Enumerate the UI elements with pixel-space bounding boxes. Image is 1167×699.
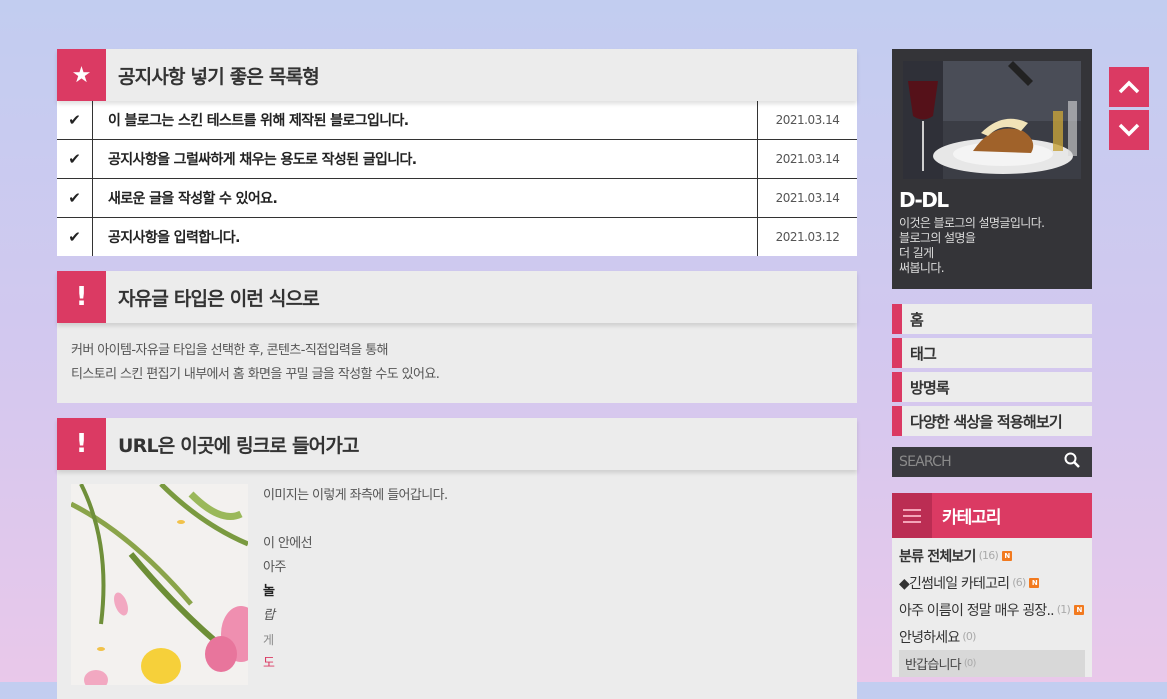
url-title[interactable]: URL은 이곳에 링크로 들어가고 — [118, 431, 360, 458]
category-label: 분류 전체보기 — [899, 548, 976, 565]
category-label: ◆긴썸네일 카테고리 — [899, 575, 1010, 592]
notice-list: ✔ 이 블로그는 스킨 테스트를 위해 제작된 블로그입니다. 2021.03.… — [57, 101, 857, 256]
category-item[interactable]: ◆긴썸네일 카테고리 (6) N — [899, 569, 1085, 596]
notice-row[interactable]: ✔ 이 블로그는 스킨 테스트를 위해 제작된 블로그입니다. 2021.03.… — [57, 101, 857, 140]
desc-line: 써봅니다. — [899, 261, 945, 275]
main-content: ★ 공지사항 넣기 좋은 목록형 ✔ 이 블로그는 스킨 테스트를 위해 제작된… — [57, 49, 857, 699]
search-input[interactable] — [899, 454, 1039, 470]
check-icon: ✔ — [57, 101, 93, 139]
category-count: (1) — [1056, 603, 1071, 616]
menu-accent-bar — [892, 338, 902, 368]
menu-item-guestbook[interactable]: 방명록 — [892, 372, 1092, 402]
blog-description: 이것은 블로그의 설명글입니다. 블로그의 설명을 더 길게 써봅니다. — [899, 216, 1045, 276]
chevron-down-icon — [1118, 123, 1140, 137]
menu-label: 홈 — [910, 310, 924, 329]
free-title: 자유글 타입은 이런 식으로 — [118, 287, 320, 310]
category-label: 아주 이름이 정말 매우 굉장.. — [899, 602, 1055, 619]
profile-card: D-DL 이것은 블로그의 설명글입니다. 블로그의 설명을 더 길게 써봅니다… — [892, 49, 1092, 289]
category-count: (0) — [962, 630, 976, 643]
url-header: ! URL은 이곳에 링크로 들어가고 — [57, 418, 857, 470]
scroll-bottom-button[interactable] — [1109, 110, 1149, 150]
url-line-italic: 랍 — [263, 608, 275, 623]
notice-section: ★ 공지사항 넣기 좋은 목록형 ✔ 이 블로그는 스킨 테스트를 위해 제작된… — [57, 49, 857, 256]
search-box — [892, 447, 1092, 477]
blog-name[interactable]: D-DL — [899, 188, 949, 212]
sidebar: D-DL 이것은 블로그의 설명글입니다. 블로그의 설명을 더 길게 써봅니다… — [892, 49, 1092, 677]
free-line: 티스토리 스킨 편집기 내부에서 홈 화면을 꾸밀 글을 작성할 수도 있어요. — [71, 367, 440, 382]
new-badge-icon: N — [1001, 550, 1012, 561]
menu-label: 태그 — [910, 344, 937, 363]
notice-item-title[interactable]: 공지사항을 그럴싸하게 채우는 용도로 작성된 글입니다. — [93, 140, 758, 178]
exclamation-icon: ! — [57, 271, 106, 323]
menu-label: 다양한 색상을 적용해보기 — [910, 412, 1063, 431]
free-body: 커버 아이템-자유글 타입을 선택한 후, 콘텐츠-직접입력을 통해 티스토리 … — [57, 323, 857, 403]
notice-header: ★ 공지사항 넣기 좋은 목록형 — [57, 49, 857, 101]
free-line: 커버 아이템-자유글 타입을 선택한 후, 콘텐츠-직접입력을 통해 — [71, 343, 389, 358]
url-line: 아주 — [263, 560, 286, 575]
desc-line: 더 길게 — [899, 246, 934, 260]
menu-accent-bar — [892, 304, 902, 334]
search-icon[interactable] — [1064, 452, 1080, 472]
menu-label: 방명록 — [910, 378, 950, 397]
category-label: 안녕하세요 — [899, 629, 960, 646]
url-line-red: 도 — [263, 656, 275, 671]
new-badge-icon: N — [1029, 577, 1040, 588]
url-line: 이 안에선 — [263, 536, 313, 551]
profile-image[interactable] — [903, 61, 1081, 179]
url-line-bold: 놀 — [263, 584, 275, 599]
notice-item-title[interactable]: 공지사항을 입력합니다. — [93, 218, 758, 256]
check-icon: ✔ — [57, 140, 93, 178]
side-menu: 홈 태그 방명록 다양한 색상을 적용해보기 — [892, 304, 1092, 436]
category-all[interactable]: 분류 전체보기 (16) N — [899, 542, 1085, 569]
category-header: 카테고리 — [892, 493, 1092, 538]
free-header: ! 자유글 타입은 이런 식으로 — [57, 271, 857, 323]
star-icon: ★ — [57, 49, 106, 101]
url-section: ! URL은 이곳에 링크로 들어가고 이미지는 이렇게 좌측에 들어갑니다. … — [57, 418, 857, 699]
category-subitem[interactable]: 반갑습니다 (0) — [899, 650, 1085, 677]
menu-item-tag[interactable]: 태그 — [892, 338, 1092, 368]
url-body: 이미지는 이렇게 좌측에 들어갑니다. 이 안에선 아주 놀 랍 게 도 — [57, 470, 857, 699]
desc-line: 블로그의 설명을 — [899, 231, 976, 245]
category-box: 카테고리 분류 전체보기 (16) N ◆긴썸네일 카테고리 (6) N 아주 … — [892, 493, 1092, 677]
notice-row[interactable]: ✔ 공지사항을 그럴싸하게 채우는 용도로 작성된 글입니다. 2021.03.… — [57, 140, 857, 179]
url-line-small: 게 — [263, 633, 274, 647]
notice-item-title[interactable]: 이 블로그는 스킨 테스트를 위해 제작된 블로그입니다. — [93, 101, 758, 139]
url-line — [263, 508, 448, 532]
category-item[interactable]: 아주 이름이 정말 매우 굉장.. (1) N — [899, 596, 1085, 623]
notice-item-date: 2021.03.14 — [775, 113, 840, 127]
category-title: 카테고리 — [942, 508, 1002, 528]
new-badge-icon: N — [1073, 604, 1084, 615]
scroll-top-button[interactable] — [1109, 67, 1149, 107]
notice-title: 공지사항 넣기 좋은 목록형 — [118, 65, 320, 88]
category-label: 반갑습니다 — [905, 658, 962, 673]
notice-item-date: 2021.03.14 — [775, 152, 840, 166]
exclamation-icon: ! — [57, 418, 106, 470]
category-count: (16) — [978, 549, 999, 562]
category-count: (0) — [963, 658, 977, 669]
notice-row[interactable]: ✔ 새로운 글을 작성할 수 있어요. 2021.03.14 — [57, 179, 857, 218]
category-count: (6) — [1012, 576, 1026, 589]
menu-item-home[interactable]: 홈 — [892, 304, 1092, 334]
chevron-up-icon — [1118, 80, 1140, 94]
url-text: 이미지는 이렇게 좌측에 들어갑니다. 이 안에선 아주 놀 랍 게 도 — [263, 484, 448, 699]
tulip-image[interactable] — [71, 484, 248, 685]
notice-row[interactable]: ✔ 공지사항을 입력합니다. 2021.03.12 — [57, 218, 857, 256]
check-icon: ✔ — [57, 218, 93, 256]
free-section: ! 자유글 타입은 이런 식으로 커버 아이템-자유글 타입을 선택한 후, 콘… — [57, 271, 857, 403]
notice-item-date: 2021.03.12 — [775, 230, 840, 244]
category-list: 분류 전체보기 (16) N ◆긴썸네일 카테고리 (6) N 아주 이름이 정… — [892, 538, 1092, 677]
menu-item-colors[interactable]: 다양한 색상을 적용해보기 — [892, 406, 1092, 436]
menu-accent-bar — [892, 372, 902, 402]
category-item[interactable]: 안녕하세요 (0) — [899, 623, 1085, 650]
notice-item-date: 2021.03.14 — [775, 191, 840, 205]
url-line: 이미지는 이렇게 좌측에 들어갑니다. — [263, 488, 448, 503]
desc-line: 이것은 블로그의 설명글입니다. — [899, 216, 1045, 230]
check-icon: ✔ — [57, 179, 93, 217]
menu-accent-bar — [892, 406, 902, 436]
notice-item-title[interactable]: 새로운 글을 작성할 수 있어요. — [93, 179, 758, 217]
hamburger-icon[interactable] — [892, 493, 932, 538]
